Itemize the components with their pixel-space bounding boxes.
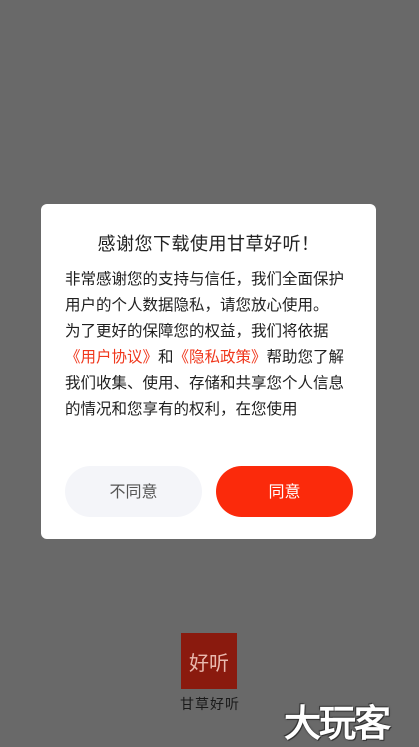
privacy-consent-dialog: 感谢您下载使用甘草好听！ 非常感谢您的支持与信任，我们全面保护用户的个人数据隐私…: [41, 204, 376, 539]
dialog-body[interactable]: 非常感谢您的支持与信任，我们全面保护用户的个人数据隐私，请您放心使用。 为了更好…: [65, 266, 353, 448]
dialog-title: 感谢您下载使用甘草好听！: [97, 234, 320, 255]
privacy-policy-link[interactable]: 《隐私政策》: [174, 348, 267, 366]
policy-text-before: 为了更好的保障您的权益，我们将依据: [65, 322, 329, 340]
dialog-paragraph-policy: 为了更好的保障您的权益，我们将依据《用户协议》和《隐私政策》帮助您了解我们收集、…: [65, 318, 353, 422]
and-text: 和: [158, 348, 174, 366]
agree-button[interactable]: 同意: [216, 466, 353, 517]
user-agreement-link[interactable]: 《用户协议》: [65, 348, 158, 366]
watermark: 大玩客: [284, 702, 391, 745]
disagree-button[interactable]: 不同意: [65, 466, 202, 517]
app-logo: 好听: [181, 633, 237, 689]
dialog-paragraph-intro: 非常感谢您的支持与信任，我们全面保护用户的个人数据隐私，请您放心使用。: [65, 270, 345, 314]
app-name: 甘草好听: [180, 697, 240, 713]
